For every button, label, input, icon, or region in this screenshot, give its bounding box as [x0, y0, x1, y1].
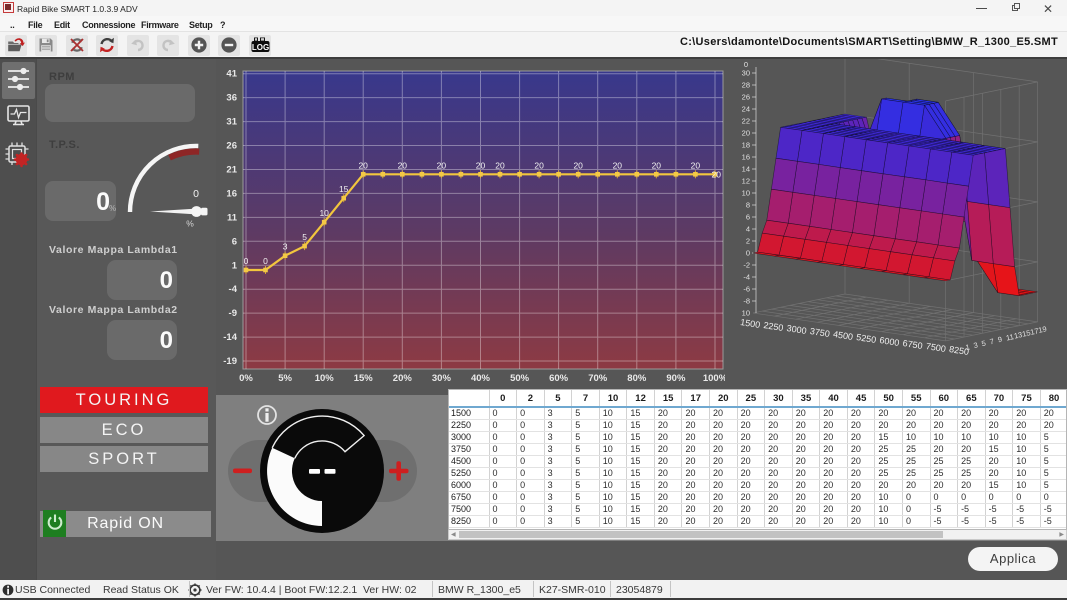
- svg-text:16: 16: [226, 188, 237, 199]
- svg-text:24: 24: [742, 105, 750, 114]
- svg-text:7: 7: [989, 337, 995, 347]
- svg-text:30: 30: [742, 69, 750, 78]
- svg-text:1: 1: [965, 342, 971, 352]
- svg-text:20%: 20%: [393, 373, 413, 384]
- svg-text:5: 5: [981, 338, 987, 348]
- svg-text:12: 12: [742, 177, 750, 186]
- svg-text:90%: 90%: [666, 373, 686, 384]
- svg-text:10: 10: [319, 208, 329, 218]
- svg-text:70%: 70%: [588, 373, 608, 384]
- svg-text:3: 3: [973, 340, 979, 350]
- svg-text:-19: -19: [223, 356, 237, 367]
- svg-text:-2: -2: [743, 261, 750, 270]
- svg-text:7500: 7500: [925, 341, 946, 354]
- svg-text:8: 8: [746, 201, 750, 210]
- svg-text:10: 10: [742, 309, 750, 318]
- svg-text:0: 0: [746, 249, 750, 258]
- svg-text:18: 18: [742, 141, 750, 150]
- svg-text:19: 19: [1037, 324, 1047, 335]
- svg-text:20: 20: [534, 160, 544, 170]
- svg-text:3750: 3750: [809, 326, 830, 339]
- svg-text:14: 14: [742, 165, 750, 174]
- svg-text:0: 0: [244, 256, 249, 266]
- svg-text:20: 20: [398, 160, 408, 170]
- svg-text:2250: 2250: [763, 320, 784, 333]
- svg-text:20: 20: [742, 129, 750, 138]
- svg-text:50%: 50%: [510, 373, 530, 384]
- svg-text:4: 4: [746, 225, 750, 234]
- svg-text:20: 20: [437, 160, 447, 170]
- svg-text:40%: 40%: [471, 373, 491, 384]
- svg-text:20: 20: [613, 160, 623, 170]
- svg-text:60%: 60%: [549, 373, 569, 384]
- svg-text:6000: 6000: [879, 335, 900, 348]
- svg-text:-14: -14: [223, 332, 237, 343]
- svg-text:-4: -4: [229, 284, 238, 295]
- svg-text:26: 26: [226, 141, 237, 152]
- svg-text:22: 22: [742, 117, 750, 126]
- svg-text:6750: 6750: [902, 338, 923, 351]
- svg-text:5: 5: [302, 232, 307, 242]
- svg-text:3000: 3000: [786, 323, 807, 336]
- svg-text:4500: 4500: [832, 329, 853, 342]
- svg-text:21: 21: [226, 165, 237, 176]
- svg-text:16: 16: [742, 153, 750, 162]
- svg-text:36: 36: [226, 93, 237, 104]
- svg-text:41: 41: [226, 69, 237, 80]
- svg-text:80%: 80%: [627, 373, 647, 384]
- svg-text:100%: 100%: [703, 373, 725, 384]
- svg-text:20: 20: [712, 169, 722, 179]
- svg-text:5%: 5%: [278, 373, 292, 384]
- svg-text:20: 20: [476, 160, 486, 170]
- svg-text:28: 28: [742, 81, 750, 90]
- svg-text:3: 3: [283, 242, 288, 252]
- svg-text:6: 6: [232, 236, 237, 247]
- svg-text:31: 31: [226, 117, 237, 128]
- svg-text:30%: 30%: [432, 373, 452, 384]
- svg-text:-4: -4: [743, 273, 750, 282]
- svg-text:LOG: LOG: [251, 43, 268, 52]
- svg-text:-8: -8: [743, 297, 750, 306]
- svg-text:26: 26: [742, 93, 750, 102]
- svg-text:-6: -6: [743, 285, 750, 294]
- svg-text:15%: 15%: [354, 373, 374, 384]
- svg-text:5250: 5250: [856, 332, 877, 345]
- svg-text:0: 0: [263, 256, 268, 266]
- svg-text:20: 20: [495, 160, 505, 170]
- svg-text:-9: -9: [229, 308, 237, 319]
- svg-text:20: 20: [358, 160, 368, 170]
- svg-text:9: 9: [997, 335, 1003, 345]
- svg-text:11: 11: [227, 212, 238, 223]
- svg-text:0%: 0%: [239, 373, 253, 384]
- svg-text:%: %: [186, 219, 194, 229]
- svg-text:20: 20: [652, 160, 662, 170]
- svg-text:10%: 10%: [315, 373, 335, 384]
- svg-text:6: 6: [746, 213, 750, 222]
- svg-text:20: 20: [691, 160, 701, 170]
- svg-text:10: 10: [742, 189, 750, 198]
- svg-text:0: 0: [193, 188, 199, 200]
- svg-text:20: 20: [573, 160, 583, 170]
- svg-text:1500: 1500: [740, 317, 761, 330]
- svg-text:15: 15: [339, 184, 349, 194]
- svg-text:2: 2: [746, 237, 750, 246]
- svg-text:1: 1: [232, 260, 238, 271]
